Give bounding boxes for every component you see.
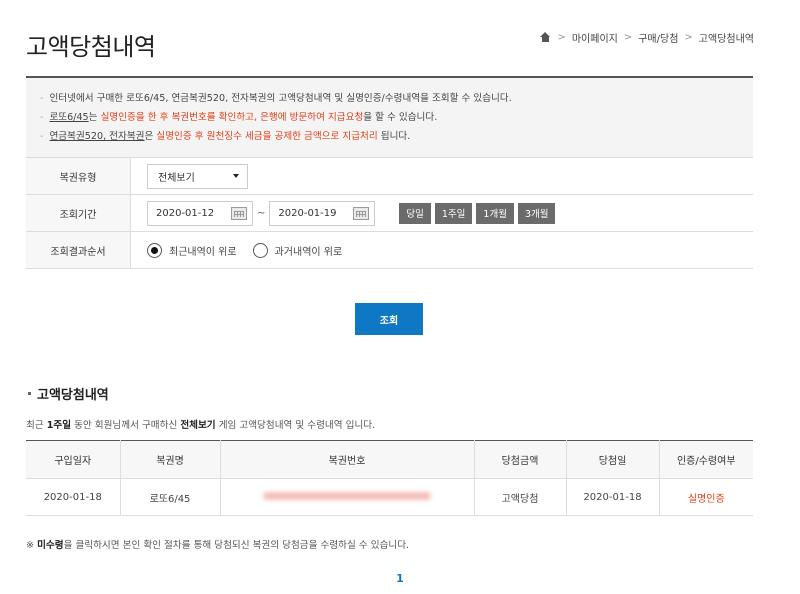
date-to-input[interactable]: 2020-01-19 xyxy=(269,200,376,226)
period-today-button[interactable]: 당일 xyxy=(399,202,431,224)
verify-identity-link[interactable]: 실명인증 xyxy=(688,494,725,505)
radio-unchecked-icon[interactable] xyxy=(252,242,268,258)
breadcrumb-purchase[interactable]: 구매/당첨 xyxy=(638,30,678,45)
column-header: 복권명 xyxy=(120,440,221,479)
calendar-icon[interactable] xyxy=(353,206,370,220)
buy-date-cell: 2020-01-18 xyxy=(26,478,121,516)
notice-box: - 인터넷에서 구매한 로또6/45, 연금복권520, 전자복권의 고액당첨내역… xyxy=(26,78,753,158)
notice-line-3: - 연금복권520, 전자복권은 실명인증 후 원천징수 세금을 공제한 금액으로… xyxy=(40,131,411,142)
table-header-row: 구입일자 복권명 복권번호 당첨금액 당첨일 인증/수령여부 xyxy=(26,440,753,479)
order-recent-radio[interactable]: 최근내역이 위로 xyxy=(147,242,237,258)
lottery-type-select[interactable]: 전체보기 xyxy=(147,163,248,189)
lottery-number-cell xyxy=(220,478,475,516)
lottery-type-label: 복권유형 xyxy=(26,158,131,194)
section-description: 최근 1주일 동안 회원님께서 구매하신 전체보기 게임 고액당첨내역 및 수령… xyxy=(26,420,376,431)
footnote: ※ 미수령을 클릭하시면 본인 확인 절차를 통해 당첨되신 복권의 당첨금을 … xyxy=(26,540,410,551)
period-1week-button[interactable]: 1주일 xyxy=(434,202,473,224)
order-label: 조회결과순서 xyxy=(26,232,131,268)
lottery-type-row: 복권유형 전체보기 xyxy=(26,158,753,195)
breadcrumb: > 마이페이지 > 구매/당첨 > 고액당첨내역 xyxy=(540,30,754,45)
date-from-input[interactable]: 2020-01-12 xyxy=(147,200,253,226)
result-table: 구입일자 복권명 복권번호 당첨금액 당첨일 인증/수령여부 2020-01-1… xyxy=(26,440,753,516)
bullet-icon xyxy=(28,392,31,395)
prize-amount-cell: 고액당첨 xyxy=(474,478,567,516)
order-row: 조회결과순서 최근내역이 위로 과거내역이 위로 xyxy=(26,232,753,269)
win-date-cell: 2020-01-18 xyxy=(566,478,660,516)
chevron-right-icon: > xyxy=(557,32,566,43)
notice-line-2: - 로또6/45는 실명인증을 한 후 복권번호를 확인하고, 은행에 방문하여 … xyxy=(40,112,438,123)
calendar-icon[interactable] xyxy=(231,206,247,220)
page-number-current[interactable]: 1 xyxy=(396,572,404,585)
order-past-radio[interactable]: 과거내역이 위로 xyxy=(252,242,342,258)
column-header: 복권번호 xyxy=(220,440,475,479)
search-button[interactable]: 조회 xyxy=(355,303,423,335)
radio-checked-icon[interactable] xyxy=(147,242,162,258)
notice-line-1: - 인터넷에서 구매한 로또6/45, 연금복권520, 전자복권의 고액당첨내역… xyxy=(40,93,512,104)
home-icon[interactable] xyxy=(540,32,551,43)
period-3month-button[interactable]: 3개월 xyxy=(517,202,556,224)
status-cell: 실명인증 xyxy=(659,478,753,516)
table-row: 2020-01-18 로또6/45 고액당첨 2020-01-18 실명인증 xyxy=(26,478,753,516)
pagination: 1 xyxy=(0,572,800,585)
column-header: 인증/수령여부 xyxy=(659,440,753,479)
breadcrumb-current: 고액당첨내역 xyxy=(698,34,754,45)
lottery-name-cell: 로또6/45 xyxy=(120,478,221,516)
column-header: 구입일자 xyxy=(26,440,121,479)
period-1month-button[interactable]: 1개월 xyxy=(476,202,514,224)
caret-down-icon xyxy=(233,174,239,178)
chevron-right-icon: > xyxy=(684,32,693,43)
search-box: - 인터넷에서 구매한 로또6/45, 연금복권520, 전자복권의 고액당첨내역… xyxy=(26,76,753,269)
blurred-number xyxy=(263,491,431,500)
chevron-right-icon: > xyxy=(623,32,633,43)
breadcrumb-mypage[interactable]: 마이페이지 xyxy=(572,30,618,45)
date-range-separator: ~ xyxy=(257,207,266,219)
period-row: 조회기간 2020-01-12 ~ 2020-01-19 당일 1주일 1개월 … xyxy=(26,195,753,232)
period-label: 조회기간 xyxy=(26,195,131,231)
column-header: 당첨일 xyxy=(566,440,660,479)
column-header: 당첨금액 xyxy=(474,440,567,479)
page-title: 고액당첨내역 xyxy=(26,33,156,61)
section-title: 고액당첨내역 xyxy=(28,384,109,403)
